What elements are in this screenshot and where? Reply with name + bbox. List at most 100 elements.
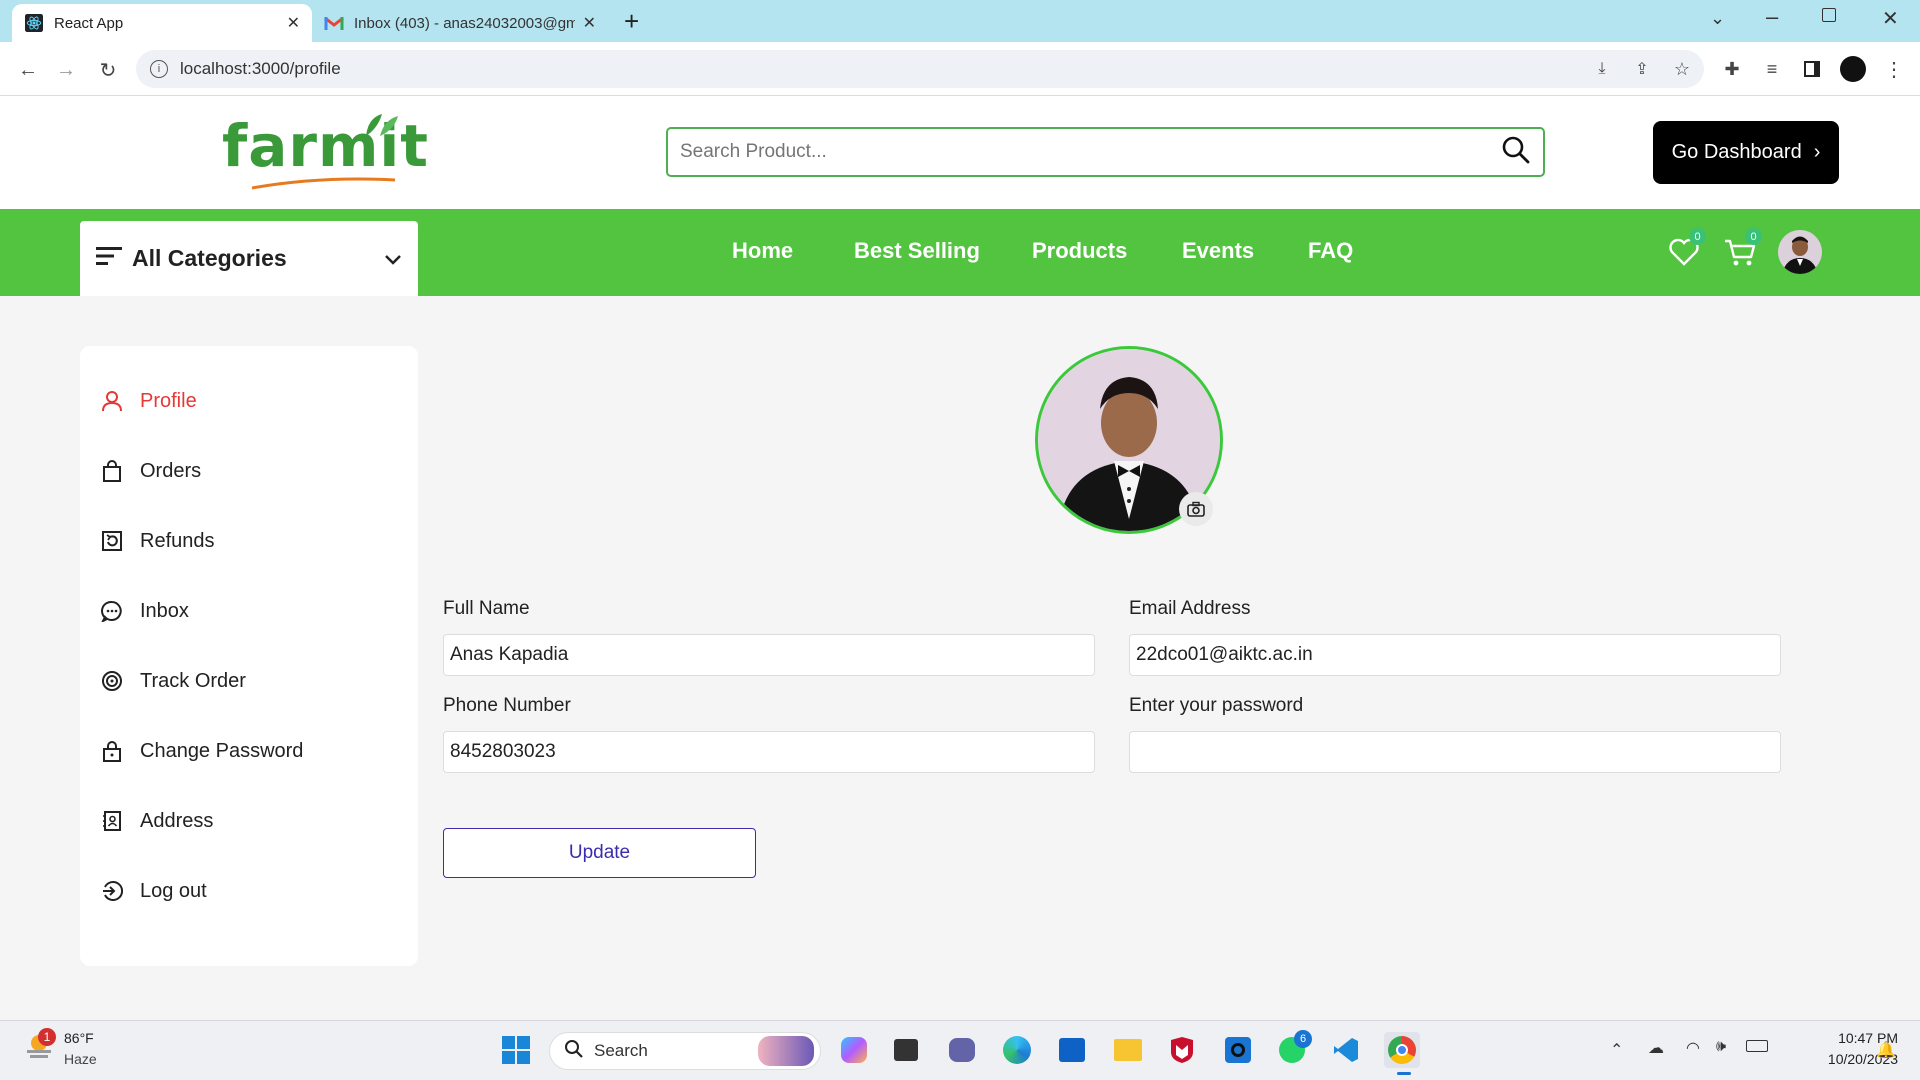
search-input[interactable] bbox=[680, 141, 1501, 163]
all-categories-dropdown[interactable]: All Categories bbox=[80, 221, 418, 296]
wishlist-button[interactable]: 0 bbox=[1664, 228, 1706, 272]
email-label: Email Address bbox=[1129, 598, 1251, 619]
sidebar-item-logout[interactable]: Log out bbox=[100, 871, 207, 911]
forward-icon[interactable]: → bbox=[52, 56, 80, 84]
email-value: 22dco01@aiktc.ac.in bbox=[1136, 644, 1313, 665]
logo-leaf-icon bbox=[366, 114, 398, 136]
sidebar-item-label: Track Order bbox=[140, 669, 246, 692]
react-icon bbox=[24, 13, 44, 33]
sidebar-item-change-password[interactable]: Change Password bbox=[100, 731, 303, 771]
close-tab-icon[interactable]: ✕ bbox=[287, 13, 300, 33]
nav-link-home[interactable]: Home bbox=[732, 238, 793, 264]
phone-value: 8452803023 bbox=[450, 741, 556, 762]
tab-search-chevron-icon[interactable]: ⌄ bbox=[1710, 8, 1725, 29]
sidebar-item-label: Address bbox=[140, 809, 214, 832]
nav-link-events[interactable]: Events bbox=[1182, 238, 1254, 264]
close-window-icon[interactable]: ✕ bbox=[1882, 6, 1899, 31]
sidebar-item-address[interactable]: Address bbox=[100, 801, 213, 841]
logout-icon bbox=[100, 879, 124, 903]
sidebar-item-orders[interactable]: Orders bbox=[100, 451, 201, 491]
edge-icon[interactable] bbox=[999, 1032, 1035, 1068]
password-field[interactable] bbox=[1129, 731, 1781, 773]
side-panel-icon[interactable] bbox=[1798, 55, 1826, 83]
tab-title: Inbox (403) - anas24032003@gm bbox=[354, 14, 575, 32]
user-avatar[interactable] bbox=[1778, 230, 1822, 274]
search-highlight-icon bbox=[758, 1036, 814, 1066]
chat-icon bbox=[100, 599, 124, 623]
copilot-icon[interactable] bbox=[836, 1032, 872, 1068]
phone-field[interactable]: 8452803023 bbox=[443, 731, 1095, 773]
sidebar-item-track-order[interactable]: Track Order bbox=[100, 661, 246, 701]
change-avatar-button[interactable] bbox=[1179, 492, 1213, 526]
info-icon[interactable]: i bbox=[150, 60, 168, 78]
back-icon[interactable]: ← bbox=[14, 56, 42, 84]
reload-icon[interactable]: ↻ bbox=[94, 56, 122, 84]
file-explorer-icon[interactable] bbox=[1110, 1032, 1146, 1068]
chrome-menu-icon[interactable]: ⋮ bbox=[1880, 55, 1908, 83]
sidebar-item-label: Refunds bbox=[140, 529, 215, 552]
menu-lines-icon bbox=[96, 245, 122, 272]
chevron-right-icon: › bbox=[1813, 141, 1821, 163]
wishlist-count-badge: 0 bbox=[1689, 228, 1706, 245]
full-name-label: Full Name bbox=[443, 598, 530, 619]
nav-link-faq[interactable]: FAQ bbox=[1308, 238, 1353, 264]
whatsapp-icon[interactable]: 6 bbox=[1274, 1030, 1312, 1068]
new-tab-icon[interactable]: + bbox=[624, 6, 639, 37]
teams-chat-icon[interactable] bbox=[944, 1032, 980, 1068]
task-view-icon[interactable] bbox=[888, 1032, 924, 1068]
reading-list-icon[interactable]: ≡ bbox=[1758, 55, 1786, 83]
sidebar-item-inbox[interactable]: Inbox bbox=[100, 591, 189, 631]
whatsapp-badge: 6 bbox=[1294, 1030, 1312, 1048]
address-bar[interactable]: i localhost:3000/profile bbox=[136, 50, 1704, 88]
lock-icon bbox=[100, 739, 124, 763]
weather-widget[interactable]: 1 bbox=[24, 1028, 56, 1060]
vscode-icon[interactable] bbox=[1328, 1032, 1364, 1068]
ms-store-icon[interactable] bbox=[1054, 1032, 1090, 1068]
extensions-icon[interactable]: ✚ bbox=[1718, 55, 1746, 83]
app-blue-icon[interactable] bbox=[1220, 1032, 1256, 1068]
wifi-icon[interactable]: ◠ bbox=[1686, 1038, 1700, 1058]
restore-icon[interactable] bbox=[1822, 8, 1836, 22]
camera-icon bbox=[1187, 501, 1205, 517]
minimize-icon[interactable]: – bbox=[1766, 4, 1778, 30]
cart-button[interactable]: 0 bbox=[1720, 228, 1762, 272]
sidebar-item-profile[interactable]: Profile bbox=[100, 381, 197, 421]
track-icon bbox=[100, 669, 124, 693]
onedrive-icon[interactable]: ☁ bbox=[1648, 1038, 1664, 1058]
volume-icon[interactable]: 🕪 bbox=[1716, 1038, 1726, 1056]
update-label: Update bbox=[568, 842, 631, 863]
phone-label: Phone Number bbox=[443, 695, 571, 716]
mcafee-icon[interactable] bbox=[1164, 1032, 1200, 1068]
update-button[interactable]: Update bbox=[443, 828, 756, 878]
go-dashboard-label: Go Dashboard bbox=[1671, 141, 1802, 163]
show-hidden-icons-chevron-icon[interactable]: ⌃ bbox=[1610, 1040, 1623, 1060]
notifications-bell-icon[interactable]: 🔔 bbox=[1876, 1040, 1896, 1060]
url-text: localhost:3000/profile bbox=[180, 59, 341, 78]
taskbar-search-label: Search bbox=[594, 1041, 648, 1060]
chrome-profile-avatar[interactable] bbox=[1840, 56, 1866, 82]
go-dashboard-button[interactable]: Go Dashboard › bbox=[1653, 121, 1839, 184]
nav-link-products[interactable]: Products bbox=[1032, 238, 1127, 264]
battery-icon[interactable] bbox=[1746, 1040, 1768, 1052]
browser-tab-react-app[interactable]: React App ✕ bbox=[12, 4, 312, 42]
bookmark-star-icon[interactable]: ☆ bbox=[1668, 55, 1696, 83]
windows-start-icon[interactable] bbox=[498, 1032, 534, 1068]
nav-link-best-selling[interactable]: Best Selling bbox=[854, 238, 980, 264]
active-app-indicator bbox=[1397, 1072, 1411, 1075]
share-icon[interactable]: ⇪ bbox=[1628, 55, 1656, 83]
password-label: Enter your password bbox=[1129, 695, 1304, 716]
sidebar-item-label: Orders bbox=[140, 459, 202, 482]
full-name-field[interactable]: Anas Kapadia bbox=[443, 634, 1095, 676]
taskbar-search-box[interactable]: Search bbox=[549, 1032, 821, 1070]
weather-alert-badge: 1 bbox=[38, 1028, 56, 1046]
sidebar-item-refunds[interactable]: Refunds bbox=[100, 521, 215, 561]
product-search-box[interactable] bbox=[666, 127, 1545, 177]
install-app-icon[interactable]: ⤓ bbox=[1588, 55, 1616, 83]
email-field[interactable]: 22dco01@aiktc.ac.in bbox=[1129, 634, 1781, 676]
search-icon[interactable] bbox=[1501, 135, 1531, 170]
address-book-icon bbox=[100, 809, 124, 833]
browser-tab-gmail[interactable]: Inbox (403) - anas24032003@gm ✕ bbox=[312, 4, 608, 42]
chrome-taskbar-icon[interactable] bbox=[1384, 1032, 1420, 1068]
close-tab-icon[interactable]: ✕ bbox=[583, 13, 596, 33]
categories-label: All Categories bbox=[132, 245, 287, 271]
